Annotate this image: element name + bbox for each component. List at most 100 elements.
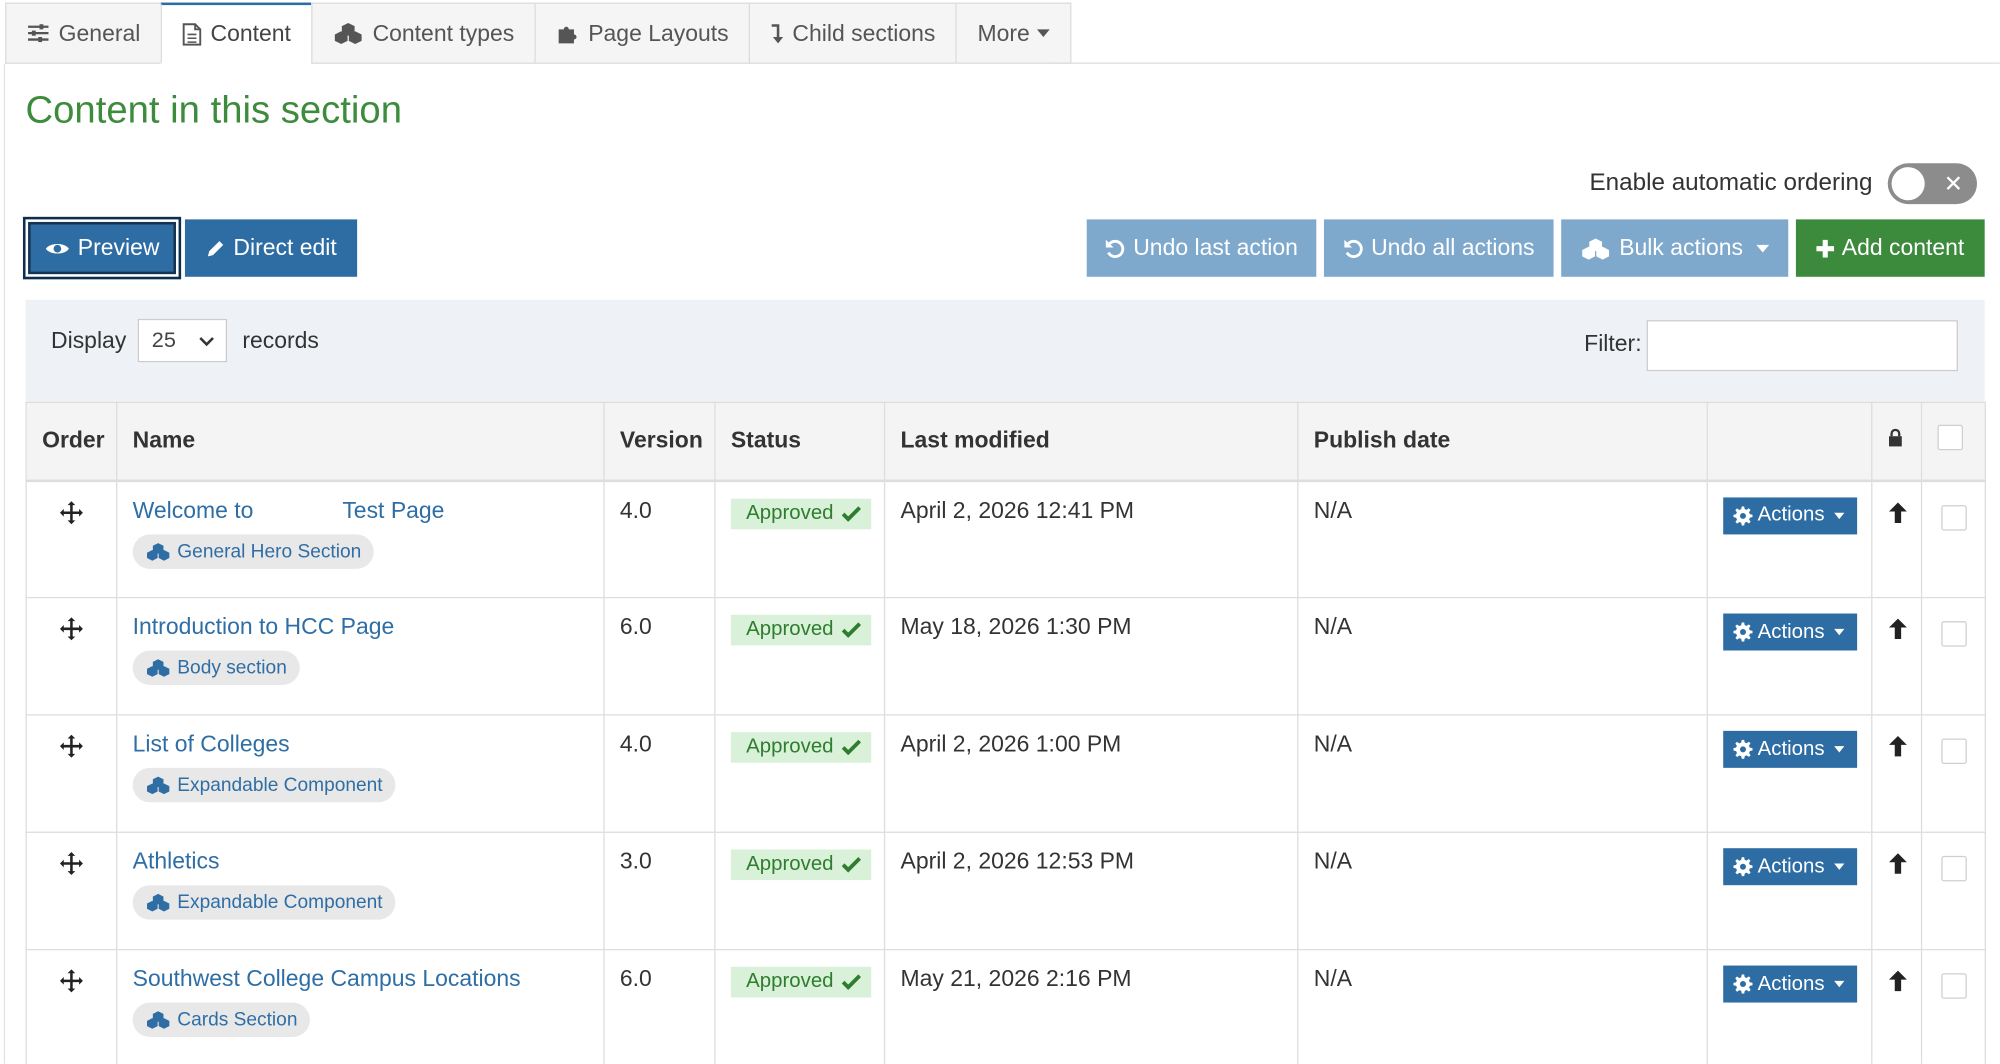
auto-ordering-label: Enable automatic ordering [1589, 169, 1873, 197]
header-last-modified[interactable]: Last modified [883, 401, 1299, 482]
row-actions-button[interactable]: Actions [1723, 848, 1858, 886]
content-name-link[interactable]: List of Colleges [133, 731, 588, 758]
move-up-cell [1871, 714, 1923, 833]
document-icon [182, 22, 202, 45]
eye-icon [45, 243, 69, 253]
arrow-up-icon[interactable] [1888, 501, 1908, 524]
close-icon: ✕ [1943, 170, 1963, 197]
last-modified-cell: May 18, 2026 1:30 PM [883, 596, 1299, 716]
move-icon[interactable] [59, 968, 85, 994]
undo-last-action-button[interactable]: Undo last action [1086, 219, 1317, 277]
caret-down-icon [1834, 628, 1845, 636]
chevron-down-icon [199, 337, 214, 347]
preview-button[interactable]: Preview [22, 216, 182, 280]
content-name-link[interactable]: Southwest College Campus Locations [133, 966, 588, 993]
row-checkbox[interactable] [1940, 738, 1967, 765]
undo-all-actions-button[interactable]: Undo all actions [1323, 219, 1554, 277]
version-cell: 4.0 [603, 714, 716, 833]
tabs-divider [1052, 62, 2000, 64]
content-name-link[interactable]: Welcome to Test Page [133, 497, 588, 524]
check-icon [841, 739, 861, 756]
publish-date-cell: N/A [1297, 948, 1708, 1064]
gear-icon [1733, 505, 1753, 525]
header-publish-date[interactable]: Publish date [1297, 401, 1708, 482]
header-version[interactable]: Version [603, 401, 716, 482]
content-name-link[interactable]: Introduction to HCC Page [133, 614, 588, 641]
row-actions-button[interactable]: Actions [1723, 730, 1858, 768]
tab-child-sections[interactable]: Child sections [749, 2, 956, 64]
tab-more-label: More [977, 19, 1030, 46]
actions-cell: Actions [1706, 479, 1873, 599]
content-type-label: Cards Section [177, 1008, 298, 1031]
content-type-label: General Hero Section [177, 540, 362, 562]
status-cell: Approved [714, 831, 886, 951]
row-checkbox[interactable] [1940, 973, 1967, 999]
row-checkbox[interactable] [1940, 504, 1967, 530]
check-icon [841, 505, 861, 522]
tab-child-sections-label: Child sections [792, 19, 936, 46]
cubes-icon [147, 542, 170, 561]
arrow-up-icon[interactable] [1888, 852, 1908, 875]
move-up-cell [1871, 831, 1923, 951]
tab-content-types[interactable]: Content types [311, 2, 535, 64]
row-actions-button[interactable]: Actions [1723, 613, 1858, 651]
content-name-link[interactable]: Athletics [133, 848, 588, 875]
arrow-up-icon[interactable] [1888, 617, 1908, 640]
gear-icon [1733, 622, 1753, 642]
name-cell: Athletics Expandable Component [116, 831, 605, 951]
row-actions-button[interactable]: Actions [1723, 496, 1858, 534]
move-icon[interactable] [59, 616, 85, 642]
move-icon[interactable] [59, 499, 85, 525]
status-label: Approved [746, 618, 834, 641]
move-icon[interactable] [59, 733, 85, 759]
records-per-page-select[interactable]: 25 [137, 318, 228, 363]
add-content-button[interactable]: Add content [1795, 219, 1985, 277]
bulk-actions-button[interactable]: Bulk actions [1561, 219, 1789, 277]
tab-content-types-label: Content types [372, 19, 515, 46]
actions-cell: Actions [1706, 948, 1873, 1064]
sliders-icon [28, 24, 49, 43]
header-order[interactable]: Order [25, 401, 118, 482]
publish-date-cell: N/A [1297, 831, 1708, 951]
header-status[interactable]: Status [714, 401, 886, 482]
undo-icon [1106, 239, 1125, 258]
select-cell [1920, 714, 1986, 833]
auto-ordering-toggle[interactable]: ✕ [1887, 163, 1978, 205]
name-cell: List of Colleges Expandable Component [116, 714, 605, 833]
preview-label: Preview [77, 234, 160, 261]
tab-content[interactable]: Content [160, 2, 312, 64]
arrow-up-icon[interactable] [1888, 735, 1908, 758]
undo-last-action-label: Undo last action [1133, 234, 1298, 261]
tab-content-label: Content [210, 20, 291, 46]
filter-label: Filter: [1584, 330, 1642, 356]
cubes-icon [147, 893, 170, 912]
actions-cell: Actions [1706, 831, 1873, 951]
cubes-icon [147, 1011, 170, 1029]
content-table: Order Name Version Status Last modified … [25, 401, 1986, 1064]
status-label: Approved [746, 735, 834, 758]
content-type-pill: Body section [132, 650, 300, 685]
select-all-checkbox[interactable] [1937, 425, 1963, 451]
undo-icon [1344, 239, 1363, 258]
row-actions-label: Actions [1757, 972, 1825, 995]
row-checkbox[interactable] [1940, 621, 1967, 647]
tab-more[interactable]: More [955, 2, 1072, 64]
row-actions-button[interactable]: Actions [1723, 965, 1858, 1003]
arrow-up-icon[interactable] [1888, 969, 1908, 992]
caret-down-icon [1834, 980, 1845, 988]
caret-down-icon [1834, 512, 1845, 519]
row-checkbox[interactable] [1940, 855, 1967, 882]
content-type-label: Expandable Component [177, 891, 383, 914]
tab-general[interactable]: General [5, 2, 161, 64]
order-cell [25, 831, 118, 951]
select-cell [1920, 596, 1986, 716]
tab-page-layouts[interactable]: Page Layouts [534, 2, 750, 64]
auto-ordering-control: Enable automatic ordering ✕ [1589, 163, 1978, 205]
direct-edit-button[interactable]: Direct edit [184, 219, 358, 277]
header-actions [1706, 401, 1873, 482]
move-icon[interactable] [59, 851, 85, 877]
gear-icon [1733, 857, 1753, 877]
filter-input[interactable] [1646, 320, 1958, 372]
header-name[interactable]: Name [116, 401, 605, 482]
order-cell [25, 596, 118, 716]
